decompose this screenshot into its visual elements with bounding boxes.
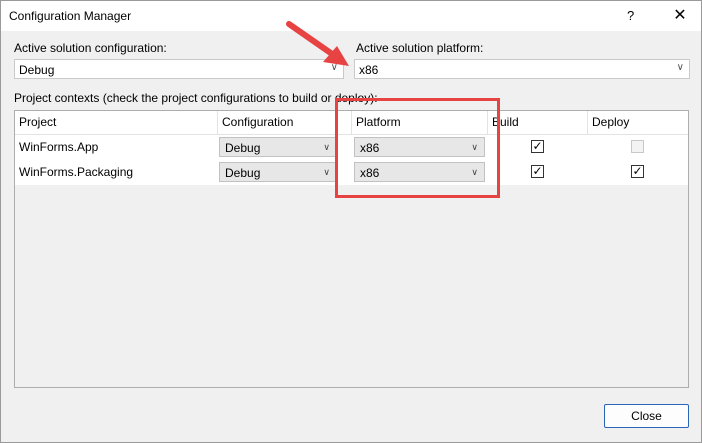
chevron-down-icon: ∨: [323, 142, 330, 152]
deploy-checkbox: [631, 140, 644, 153]
configuration-value: Debug: [225, 166, 261, 180]
dialog-title: Configuration Manager: [9, 9, 132, 23]
solution-platform-label: Active solution platform:: [356, 41, 484, 55]
configuration-dropdown[interactable]: Debug ∨: [219, 137, 337, 157]
close-button[interactable]: Close: [604, 404, 689, 428]
configuration-dropdown[interactable]: Debug ∨: [219, 162, 337, 182]
solution-configuration-label: Active solution configuration:: [14, 41, 167, 55]
chevron-down-icon: ∨: [676, 62, 684, 73]
column-header-deploy[interactable]: Deploy: [588, 111, 688, 134]
annotation-highlight-box: [335, 98, 500, 198]
annotation-arrow-icon: [286, 21, 349, 66]
column-header-build[interactable]: Build: [488, 111, 588, 134]
project-name: WinForms.Packaging: [19, 165, 134, 179]
column-header-configuration[interactable]: Configuration: [218, 111, 352, 134]
build-checkbox[interactable]: ✓: [531, 140, 544, 153]
column-header-project[interactable]: Project: [15, 111, 218, 134]
close-window-button[interactable]: ✕: [666, 5, 694, 27]
solution-configuration-value: Debug: [19, 63, 55, 77]
help-button[interactable]: ?: [627, 8, 634, 23]
project-name: WinForms.App: [19, 140, 99, 154]
configuration-value: Debug: [225, 141, 261, 155]
deploy-checkbox[interactable]: ✓: [631, 165, 644, 178]
solution-platform-dropdown[interactable]: x86 ∨: [354, 59, 690, 79]
chevron-down-icon: ∨: [323, 167, 330, 177]
solution-platform-value: x86: [359, 63, 379, 77]
project-contexts-label: Project contexts (check the project conf…: [14, 91, 378, 105]
build-checkbox[interactable]: ✓: [531, 165, 544, 178]
